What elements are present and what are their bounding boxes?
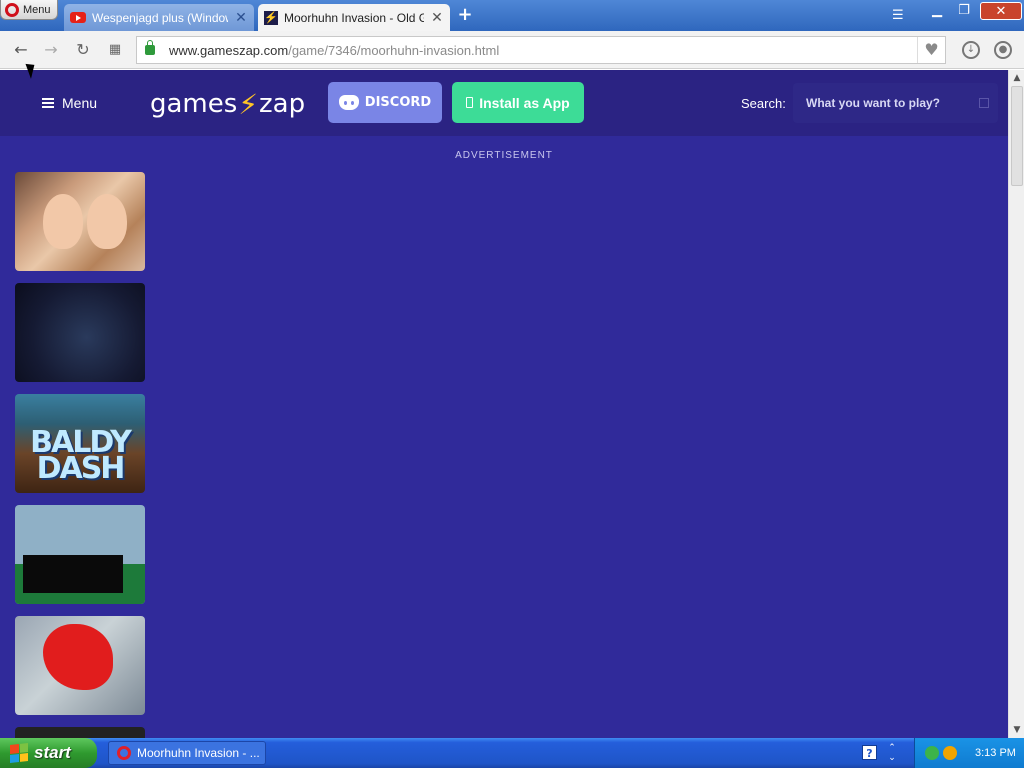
site-menu-label: Menu: [62, 95, 98, 111]
browser-tab-strip: Menu Wespenjagd plus (Windows ✕ ⚡ Moorhu…: [0, 0, 1024, 31]
network-icon[interactable]: [925, 746, 939, 760]
tab-wespenjagd[interactable]: Wespenjagd plus (Windows ✕: [64, 4, 254, 31]
discord-icon: [338, 95, 359, 110]
url-text[interactable]: www.gameszap.com/game/7346/moorhuhn-inva…: [169, 43, 499, 58]
windows-flag-icon: [10, 743, 28, 763]
tab-moorhuhn-invasion[interactable]: ⚡ Moorhuhn Invasion - Old Gam ✕: [258, 4, 450, 31]
search-box[interactable]: [793, 83, 998, 123]
search-label: Search:: [741, 96, 786, 111]
reload-icon[interactable]: ↻: [72, 40, 94, 60]
game-thumb-3[interactable]: BALDY DASH: [15, 394, 145, 493]
gameszap-favicon-icon: ⚡: [264, 10, 278, 25]
lightning-bolt-icon: ⚡: [238, 87, 258, 121]
tab-close-icon[interactable]: ✕: [234, 9, 248, 26]
logo-text-zap: zap: [258, 89, 306, 119]
discord-button[interactable]: DISCORD: [328, 82, 442, 123]
window-minimize-icon[interactable]: ▁: [928, 2, 946, 20]
search-input[interactable]: [806, 96, 971, 110]
opera-menu-button[interactable]: Menu: [0, 0, 58, 20]
heart-icon[interactable]: ♥: [917, 37, 945, 63]
forward-arrow-icon[interactable]: →: [40, 40, 62, 60]
scroll-down-arrow-icon[interactable]: ▼: [1009, 722, 1024, 738]
start-label: start: [34, 743, 71, 762]
tab-title: Wespenjagd plus (Windows: [92, 10, 228, 25]
search-tray-icon[interactable]: [943, 746, 957, 760]
url-path: /game/7346/moorhuhn-invasion.html: [288, 42, 500, 58]
game-thumb-4[interactable]: [15, 505, 145, 604]
logo-text-games: games: [150, 89, 238, 119]
thumb-splat: [43, 624, 113, 690]
site-header: Menu games ⚡ zap DISCORD Install as App Se…: [0, 70, 1008, 136]
game-thumb-6[interactable]: [15, 727, 145, 738]
page-scrollbar[interactable]: ▲ ▼: [1008, 70, 1024, 738]
opera-icon: [117, 746, 131, 760]
scroll-up-arrow-icon[interactable]: ▲: [1009, 70, 1024, 86]
speed-dial-icon[interactable]: ▦: [104, 40, 126, 60]
new-tab-plus-icon[interactable]: +: [456, 6, 474, 24]
account-icon[interactable]: ●: [994, 41, 1012, 59]
taskbar-item-opera[interactable]: Moorhuhn Invasion - ...: [108, 741, 266, 765]
thumb-figure: [87, 194, 127, 249]
search-icon[interactable]: [979, 98, 989, 108]
window-close-icon[interactable]: ✕: [980, 2, 1022, 20]
thumb-figure: [43, 194, 83, 249]
game-thumb-5[interactable]: [15, 616, 145, 715]
back-arrow-icon[interactable]: ←: [10, 40, 32, 60]
opera-logo-icon: [5, 2, 19, 17]
hamburger-icon: [42, 98, 54, 108]
game-thumb-2[interactable]: [15, 283, 145, 382]
url-host: www.gameszap.com: [169, 42, 289, 58]
tab-close-icon[interactable]: ✕: [430, 9, 444, 26]
install-app-button[interactable]: Install as App: [452, 82, 584, 123]
window-restore-icon[interactable]: ❐: [955, 2, 973, 20]
browser-toolbar: ← → ↻ ▦ www.gameszap.com/game/7346/moorh…: [0, 31, 1024, 69]
tab-menu-icon[interactable]: ☰: [892, 8, 908, 23]
install-label: Install as App: [479, 94, 570, 111]
opera-menu-label: Menu: [23, 3, 51, 16]
help-icon[interactable]: ?: [862, 745, 877, 760]
site-menu-button[interactable]: Menu: [42, 94, 97, 112]
phone-icon: [466, 97, 474, 108]
address-bar[interactable]: www.gameszap.com/game/7346/moorhuhn-inva…: [136, 36, 946, 64]
thumb-title-text: BALDY DASH: [30, 425, 132, 486]
expand-tray-icon[interactable]: ⌃ ⌄: [886, 743, 898, 763]
thumb-pit: [23, 555, 123, 593]
gameszap-logo[interactable]: games ⚡ zap: [150, 84, 305, 124]
advertisement-label: ADVERTISEMENT: [455, 150, 553, 161]
scroll-thumb[interactable]: [1011, 86, 1023, 186]
system-tray: 3:13 PM: [914, 738, 1024, 768]
youtube-icon: [70, 12, 86, 23]
lock-icon: [145, 40, 155, 55]
clock[interactable]: 3:13 PM: [975, 747, 1016, 759]
page-viewport: Menu games ⚡ zap DISCORD Install as App Se…: [0, 70, 1008, 738]
game-thumb-1[interactable]: [15, 172, 145, 271]
windows-taskbar: start Moorhuhn Invasion - ... ? ⌃ ⌄ 3:13 …: [0, 738, 1024, 768]
download-icon[interactable]: ↓: [962, 41, 980, 59]
discord-label: DISCORD: [364, 95, 432, 110]
game-thumbnail-list: BALDY DASH: [15, 172, 145, 738]
tab-title: Moorhuhn Invasion - Old Gam: [284, 10, 424, 25]
taskbar-item-label: Moorhuhn Invasion - ...: [137, 746, 260, 760]
start-button[interactable]: start: [0, 738, 97, 768]
